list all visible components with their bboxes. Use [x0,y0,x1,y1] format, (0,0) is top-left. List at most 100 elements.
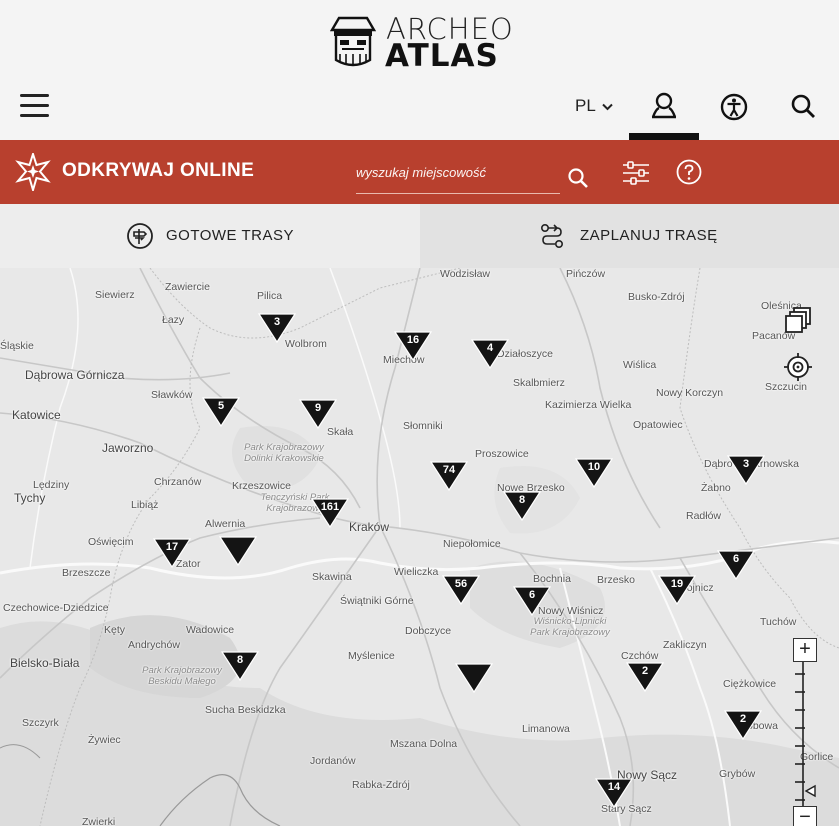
map-place-label: Limanowa [522,723,570,735]
marker-count: 3 [273,316,281,328]
map-place-label: Kęty [104,624,126,636]
marker-count: 56 [454,578,468,590]
search-submit-icon[interactable] [567,167,589,189]
map-cluster-marker[interactable]: 6 [513,586,551,616]
map-cluster-marker[interactable] [455,663,493,693]
map-cluster-marker[interactable]: 17 [153,538,191,568]
map-place-label: Brzesko [597,574,635,586]
map-place-label: Bochnia [533,573,571,585]
marker-count: 16 [406,334,420,346]
archeo-atlas-logo[interactable]: ARCHEO ATLAS [330,12,515,74]
map-place-label: Czchów [621,650,659,662]
locate-me-icon[interactable] [783,352,813,382]
accessibility-icon[interactable] [717,90,751,124]
map-cluster-marker[interactable]: 16 [394,331,432,361]
map-place-label: Szczyrk [22,717,59,729]
map-view[interactable]: Wodzisław Pińczów Zawiercie Siewierz Pilica B… [0,268,839,826]
map-cluster-marker[interactable]: 2 [626,662,664,692]
map-place-label: Dobczyce [405,625,452,637]
marker-count: 2 [739,713,747,725]
map-place-label: Pińczów [566,268,606,280]
map-place-label: Mszana Dolna [390,738,458,750]
map-cluster-marker[interactable]: 8 [503,491,541,521]
filter-sliders-icon[interactable] [622,160,650,186]
map-cluster-marker[interactable]: 3 [258,313,296,343]
zoom-in-button[interactable]: + [793,638,817,662]
map-place-label: Grybów [719,768,756,780]
map-cluster-marker[interactable]: 3 [727,455,765,485]
user-account-icon[interactable] [647,90,681,124]
map-cluster-marker[interactable]: 8 [221,651,259,681]
map-place-label: Wieliczka [394,566,439,578]
map-place-label: Wodzisław [440,268,490,280]
tab-plan-route[interactable]: ZAPLANUJ TRASĘ [420,204,839,268]
map-place-label: Chrzanów [154,476,202,488]
map-park-label: Wiśnicko-Lipnicki Park Krajobrazowy [530,616,610,638]
map-cluster-marker[interactable]: 10 [575,458,613,488]
map-place-label: Kazimierza Wielka [545,399,632,411]
compass-star-icon [15,153,51,191]
map-cluster-marker[interactable]: 9 [299,399,337,429]
logo-mask-icon [330,16,376,67]
marker-count: 4 [486,342,494,354]
map-place-label: Zakliczyn [663,639,707,651]
map-cluster-marker[interactable]: 161 [311,498,349,528]
marker-count: 8 [236,654,244,666]
marker-count: 14 [607,781,621,793]
logo-text-atlas: ATLAS [385,38,499,74]
active-account-indicator [629,133,699,140]
language-value: PL [575,96,596,115]
marker-count: 6 [732,553,740,565]
map-place-label: Katowice [12,408,61,422]
map-place-label: Skawina [312,571,352,583]
zoom-level-handle [804,784,816,798]
map-place-label: Ciężkowice [723,678,777,690]
map-place-label: Tuchów [760,616,797,628]
menu-hamburger-button[interactable] [20,94,50,118]
route-plan-icon [540,223,563,248]
map-place-label: Niepołomice [443,538,501,550]
map-place-label: Sławków [151,389,193,401]
tab-ready-routes[interactable]: GOTOWE TRASY [0,204,420,268]
zoom-slider-track[interactable] [793,662,819,806]
map-place-label: Tychy [14,491,46,505]
map-place-label: Lędziny [33,479,70,491]
map-park-label: Park Krajobrazowy Beskidu Małego [142,665,222,687]
map-place-label: Busko-Zdrój [628,291,685,303]
marker-count: 5 [217,400,225,412]
language-selector[interactable]: PL [575,96,613,116]
map-cluster-marker[interactable]: 56 [442,575,480,605]
layers-icon[interactable] [783,306,813,336]
map-cluster-marker[interactable]: 19 [658,575,696,605]
marker-count: 10 [587,461,601,473]
map-cluster-marker[interactable]: 2 [724,710,762,740]
map-place-label: Proszowice [475,448,529,460]
chevron-down-icon [602,96,613,116]
map-place-label: Myślenice [348,650,395,662]
tab-ready-routes-label: GOTOWE TRASY [166,227,294,244]
location-search-input[interactable] [356,158,560,186]
search-icon[interactable] [787,90,821,124]
marker-count: 8 [518,494,526,506]
route-tabs: GOTOWE TRASY ZAPLANUJ TRASĘ [0,204,839,268]
map-cluster-marker[interactable]: 5 [202,397,240,427]
map-place-label: Siewierz [95,289,135,301]
map-cluster-marker[interactable]: 14 [595,778,633,808]
map-place-label: Żywiec [88,734,121,746]
marker-count: 19 [670,578,684,590]
location-search [356,158,560,194]
map-place-label: Radłów [686,510,722,522]
map-place-label: Świątniki Górne [340,595,414,607]
map-cluster-marker[interactable]: 6 [717,550,755,580]
help-icon[interactable] [676,159,702,185]
map-place-label: Oświęcim [88,536,134,548]
map-place-label: Krzeszowice [232,480,291,492]
zoom-out-button[interactable]: − [793,806,817,826]
marker-count: 161 [320,501,340,513]
marker-count: 17 [165,541,179,553]
map-cluster-marker[interactable] [219,536,257,566]
map-cluster-marker[interactable]: 4 [471,339,509,369]
map-place-label: Brzeszcze [62,567,111,579]
map-cluster-marker[interactable]: 74 [430,461,468,491]
map-place-label: Łazy [162,314,185,326]
